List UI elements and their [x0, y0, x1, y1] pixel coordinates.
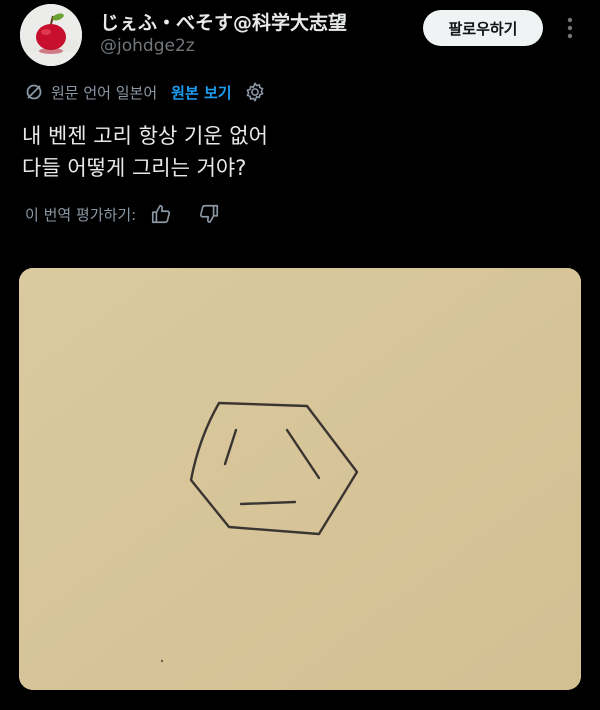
more-options-button[interactable] [560, 14, 580, 42]
follow-button[interactable]: 팔로우하기 [423, 10, 543, 46]
tweet-text: 내 벤젠 고리 항상 기운 없어 다들 어떻게 그리는 거야? [22, 120, 268, 184]
thumbs-down-icon [200, 204, 219, 224]
user-handle[interactable]: @johdge2z [100, 36, 195, 56]
thumbs-up-button[interactable] [150, 203, 172, 225]
avatar[interactable] [20, 4, 82, 66]
more-vertical-icon [567, 17, 573, 39]
tweet-text-line: 다들 어떻게 그리는 거야? [22, 156, 247, 180]
display-name[interactable]: じぇふ・べそす@科学大志望 [100, 8, 347, 35]
translation-notice-row: 원문 언어 일본어 원본 보기 [25, 80, 266, 104]
rate-translation-label: 이 번역 평가하기: [25, 205, 137, 224]
rate-translation-row: 이 번역 평가하기: [25, 200, 220, 228]
show-original-link[interactable]: 원본 보기 [171, 82, 231, 103]
apple-icon [20, 4, 82, 66]
tweet-text-line: 내 벤젠 고리 항상 기운 없어 [22, 124, 268, 148]
thumbs-up-icon [152, 204, 171, 224]
benzene-sketch-image [19, 268, 581, 690]
thumbs-down-button[interactable] [198, 203, 220, 225]
gear-icon [246, 82, 263, 102]
tweet-media-image[interactable] [19, 268, 581, 690]
translation-settings-button[interactable] [244, 81, 266, 103]
translation-notice: 원문 언어 일본어 [51, 83, 158, 102]
translate-icon [26, 84, 42, 100]
